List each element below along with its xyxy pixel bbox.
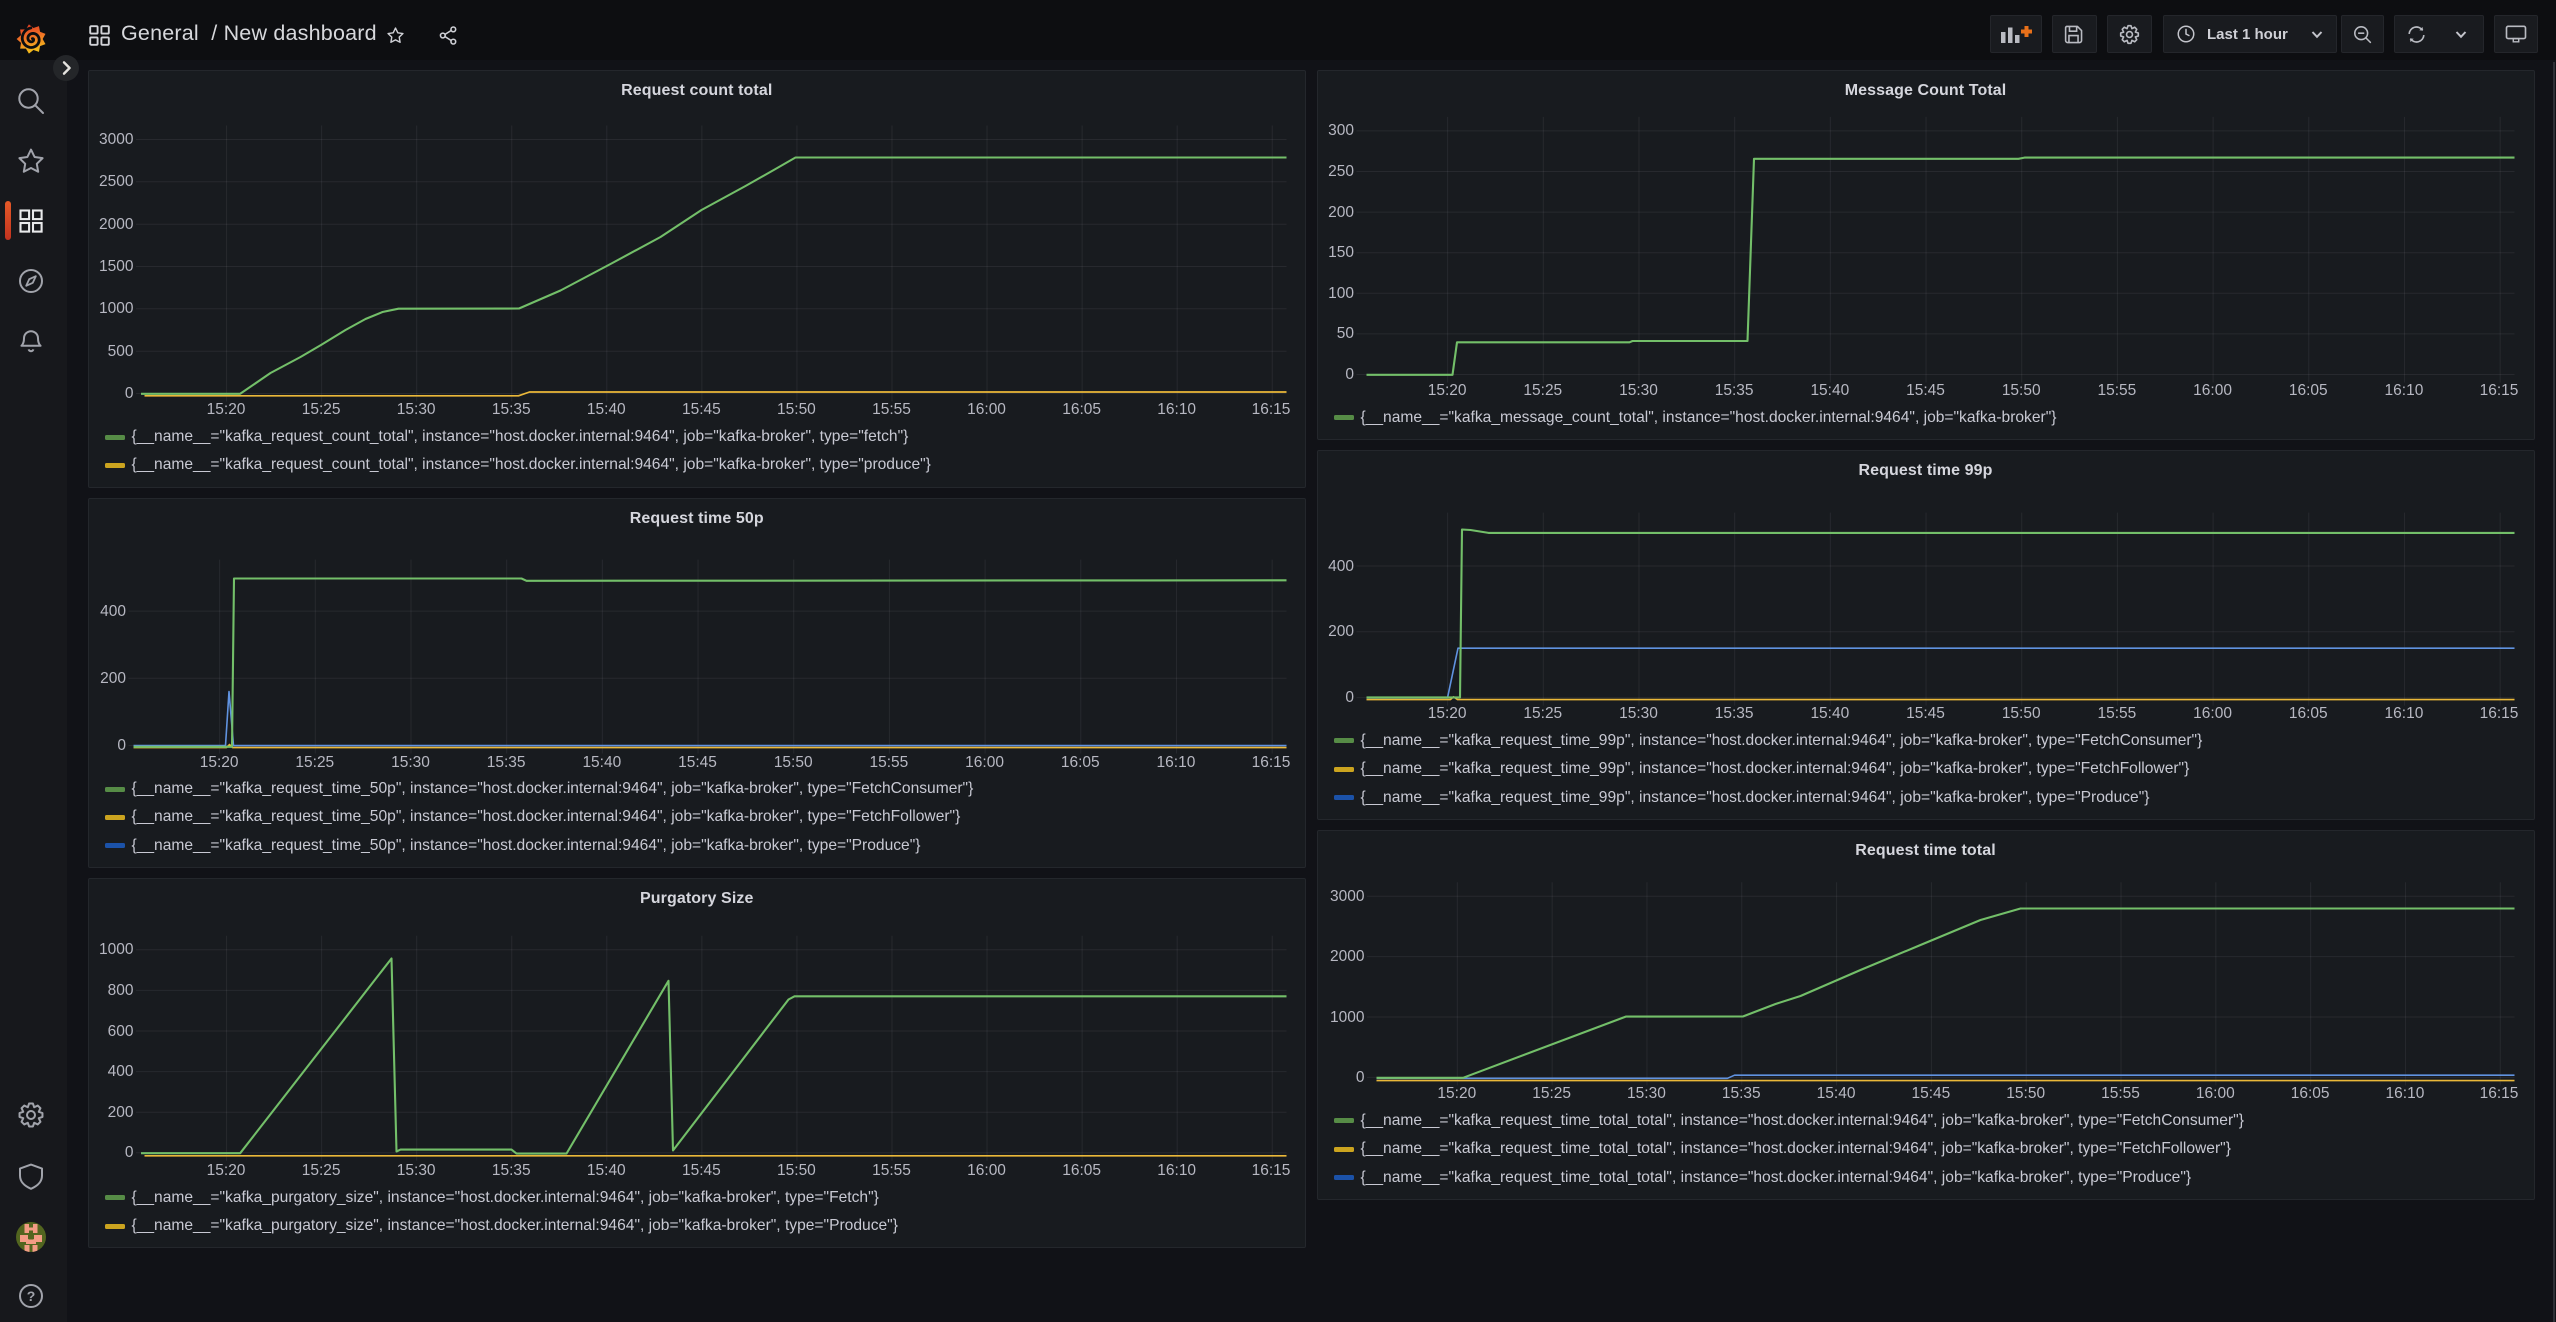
svg-text:?: ?	[27, 1288, 36, 1304]
